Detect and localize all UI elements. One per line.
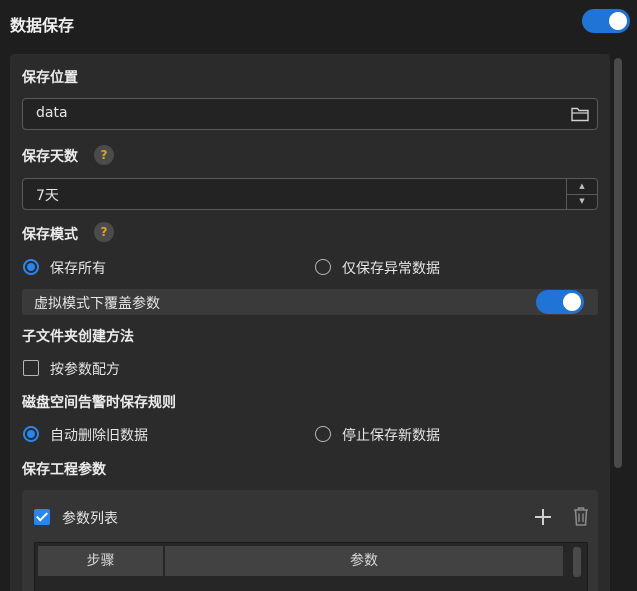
section-title: 数据保存	[10, 16, 75, 35]
save-mode-label: 保存模式	[22, 227, 78, 243]
save-days-value: 7天	[36, 188, 59, 204]
panel-scrollbar[interactable]	[612, 54, 626, 591]
radio-stop-saving-label[interactable]: 停止保存新数据	[342, 425, 440, 445]
project-params-label: 保存工程参数	[22, 462, 106, 478]
spin-down-icon[interactable]: ▼	[567, 194, 597, 209]
spin-up-icon[interactable]: ▲	[567, 179, 597, 195]
settings-panel: 保存位置 data 保存天数 ? 7天 ▲ ▼ 保存模式 ? 保存所有 仅保存异…	[10, 54, 610, 591]
table-scrollbar[interactable]	[567, 543, 587, 591]
override-params-label: 虚拟模式下覆盖参数	[34, 296, 160, 312]
toggle-knob	[563, 293, 581, 311]
subfolder-label: 子文件夹创建方法	[22, 329, 134, 345]
column-header-step[interactable]: 步骤	[38, 546, 163, 576]
column-header-param[interactable]: 参数	[165, 546, 563, 576]
save-days-label: 保存天数	[22, 149, 78, 165]
radio-auto-delete[interactable]	[23, 426, 39, 442]
radio-auto-delete-label[interactable]: 自动删除旧数据	[50, 425, 148, 445]
help-icon[interactable]: ?	[94, 145, 114, 165]
disk-rule-label: 磁盘空间告警时保存规则	[22, 395, 176, 411]
folder-icon[interactable]	[571, 106, 589, 122]
params-list-checkbox[interactable]	[34, 509, 50, 525]
override-params-toggle[interactable]	[536, 290, 584, 314]
help-icon[interactable]: ?	[94, 222, 114, 242]
plus-icon[interactable]	[532, 506, 554, 528]
trash-icon[interactable]	[570, 505, 592, 527]
radio-save-all-label[interactable]: 保存所有	[50, 258, 106, 278]
radio-save-abnormal-label[interactable]: 仅保存异常数据	[342, 258, 440, 278]
save-location-label: 保存位置	[22, 70, 78, 86]
table-scrollbar-thumb[interactable]	[573, 547, 581, 577]
radio-save-all[interactable]	[23, 259, 39, 275]
params-table: 步骤 参数	[34, 542, 588, 591]
save-location-input[interactable]: data	[22, 98, 598, 130]
save-days-spinbox[interactable]: 7天 ▲ ▼	[22, 178, 598, 210]
save-location-value: data	[36, 105, 68, 121]
by-recipe-checkbox[interactable]	[23, 360, 39, 376]
params-list-label[interactable]: 参数列表	[62, 508, 118, 528]
params-list-box: 参数列表 步骤 参数	[22, 490, 598, 591]
data-save-toggle[interactable]	[582, 9, 630, 33]
toggle-knob	[609, 12, 627, 30]
radio-save-abnormal[interactable]	[315, 259, 331, 275]
by-recipe-label[interactable]: 按参数配方	[50, 359, 120, 379]
scrollbar-thumb[interactable]	[614, 58, 622, 468]
radio-stop-saving[interactable]	[315, 426, 331, 442]
override-params-row: 虚拟模式下覆盖参数	[22, 289, 598, 315]
spin-buttons: ▲ ▼	[566, 179, 597, 209]
section-header: 数据保存	[0, 0, 637, 46]
